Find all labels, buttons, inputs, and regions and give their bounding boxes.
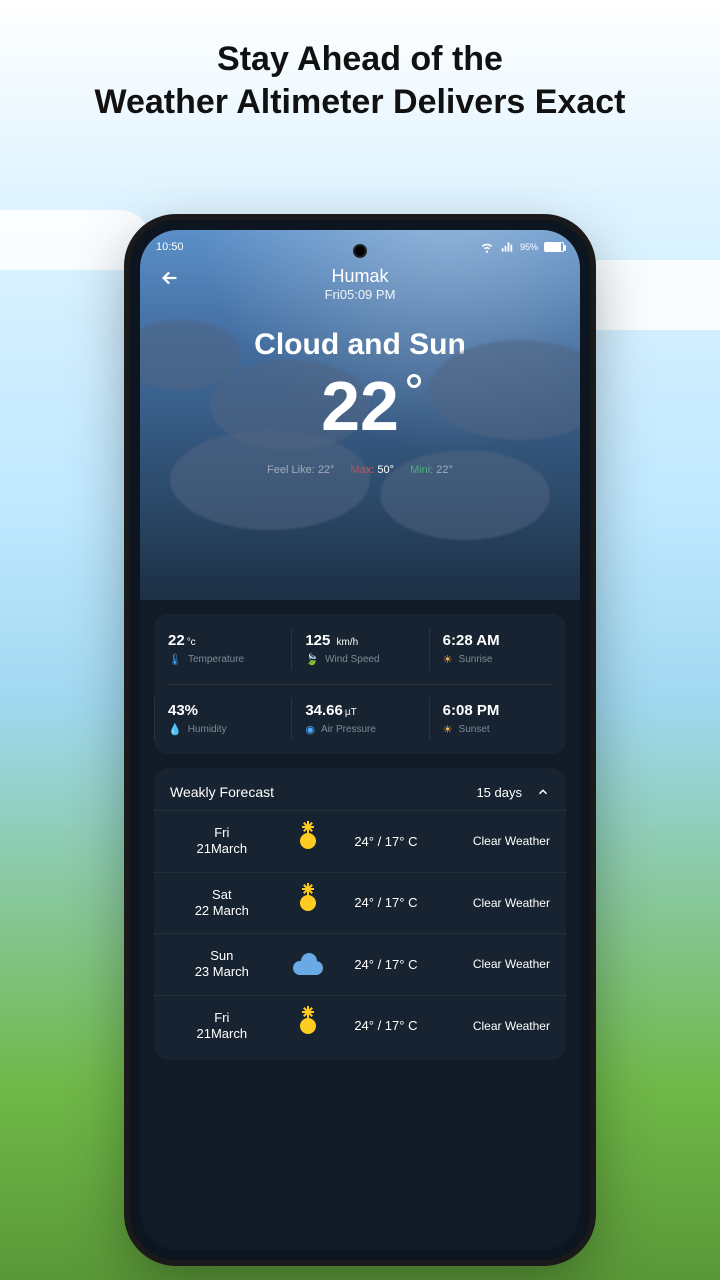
- promo-headline: Stay Ahead of the Weather Altimeter Deli…: [0, 38, 720, 123]
- forecast-condition: Clear Weather: [429, 1019, 550, 1033]
- location-datetime: Fri05:09 PM: [140, 287, 580, 302]
- signal-icon: [500, 240, 514, 254]
- metric-sunrise: 6:28 AM ☀Sunrise: [429, 614, 566, 684]
- sunset-icon: ☀: [443, 723, 453, 736]
- metric-wind: 125 km/h 🍃Wind Speed: [291, 614, 428, 684]
- forecast-day: Sat22 March: [170, 887, 274, 920]
- chevron-up-icon: [536, 785, 550, 799]
- sun-icon: [294, 827, 322, 855]
- forecast-icon-cell: [274, 953, 343, 975]
- phone-screen: 10:50 95% Humak Fri05:09 PM Cloud and Su…: [140, 230, 580, 1250]
- forecast-icon-cell: [274, 827, 343, 855]
- humidity-icon: 💧: [168, 723, 182, 736]
- status-right: 95%: [480, 240, 564, 254]
- location-name: Humak: [140, 266, 580, 287]
- forecast-row[interactable]: Fri21March 24° / 17° C Clear Weather: [154, 995, 566, 1057]
- metric-humidity: 43% 💧Humidity: [154, 684, 291, 754]
- forecast-icon-cell: [274, 889, 343, 917]
- forecast-range-label: 15 days: [476, 785, 522, 800]
- phone-camera: [353, 244, 367, 258]
- forecast-temps: 24° / 17° C: [343, 957, 429, 972]
- sun-icon: [294, 1012, 322, 1040]
- battery-text: 95%: [520, 242, 538, 252]
- forecast-day: Fri21March: [170, 1010, 274, 1043]
- sunrise-icon: ☀: [443, 653, 453, 666]
- forecast-title: Weakly Forecast: [170, 784, 274, 800]
- current-temperature: 22: [321, 366, 399, 446]
- battery-icon: [544, 242, 564, 252]
- metric-sunset: 6:08 PM ☀Sunset: [429, 684, 566, 754]
- arrow-left-icon: [159, 267, 181, 289]
- forecast-card: Weakly Forecast 15 days Fri21March 24° /…: [154, 768, 566, 1060]
- forecast-condition: Clear Weather: [429, 834, 550, 848]
- degree-icon: [407, 374, 421, 388]
- phone-frame: 10:50 95% Humak Fri05:09 PM Cloud and Su…: [130, 220, 590, 1260]
- weather-hero: 10:50 95% Humak Fri05:09 PM Cloud and Su…: [140, 230, 580, 600]
- wind-icon: 🍃: [305, 653, 319, 666]
- top-bar: Humak Fri05:09 PM: [140, 260, 580, 302]
- pressure-icon: ◉: [305, 723, 315, 736]
- status-time: 10:50: [156, 241, 184, 253]
- sun-icon: [294, 889, 322, 917]
- promo-line1: Stay Ahead of the: [0, 38, 720, 81]
- metrics-grid: 22°c 🌡Temperature 125 km/h 🍃Wind Speed 6…: [154, 614, 566, 754]
- wifi-icon: [480, 240, 494, 254]
- forecast-temps: 24° / 17° C: [343, 834, 429, 849]
- forecast-row[interactable]: Sat22 March 24° / 17° C Clear Weather: [154, 872, 566, 934]
- thermometer-icon: 🌡: [168, 653, 182, 666]
- forecast-row[interactable]: Sun23 March 24° / 17° C Clear Weather: [154, 933, 566, 995]
- forecast-range-selector[interactable]: 15 days: [476, 785, 550, 800]
- forecast-condition: Clear Weather: [429, 896, 550, 910]
- forecast-day: Fri21March: [170, 825, 274, 858]
- forecast-row[interactable]: Fri21March 24° / 17° C Clear Weather: [154, 810, 566, 872]
- forecast-icon-cell: [274, 1012, 343, 1040]
- forecast-temps: 24° / 17° C: [343, 1018, 429, 1033]
- forecast-temps: 24° / 17° C: [343, 895, 429, 910]
- forecast-condition: Clear Weather: [429, 957, 550, 971]
- promo-line2: Weather Altimeter Delivers Exact: [0, 81, 720, 124]
- current-temp-value: 22: [321, 367, 399, 445]
- forecast-day: Sun23 March: [170, 948, 274, 981]
- cloud-icon: [291, 953, 325, 975]
- forecast-rows: Fri21March 24° / 17° C Clear Weather Sat…: [154, 810, 566, 1056]
- metric-temperature: 22°c 🌡Temperature: [154, 614, 291, 684]
- metric-pressure: 34.66µT ◉Air Pressure: [291, 684, 428, 754]
- forecast-header: Weakly Forecast 15 days: [154, 768, 566, 810]
- cards-area: 22°c 🌡Temperature 125 km/h 🍃Wind Speed 6…: [140, 614, 580, 1060]
